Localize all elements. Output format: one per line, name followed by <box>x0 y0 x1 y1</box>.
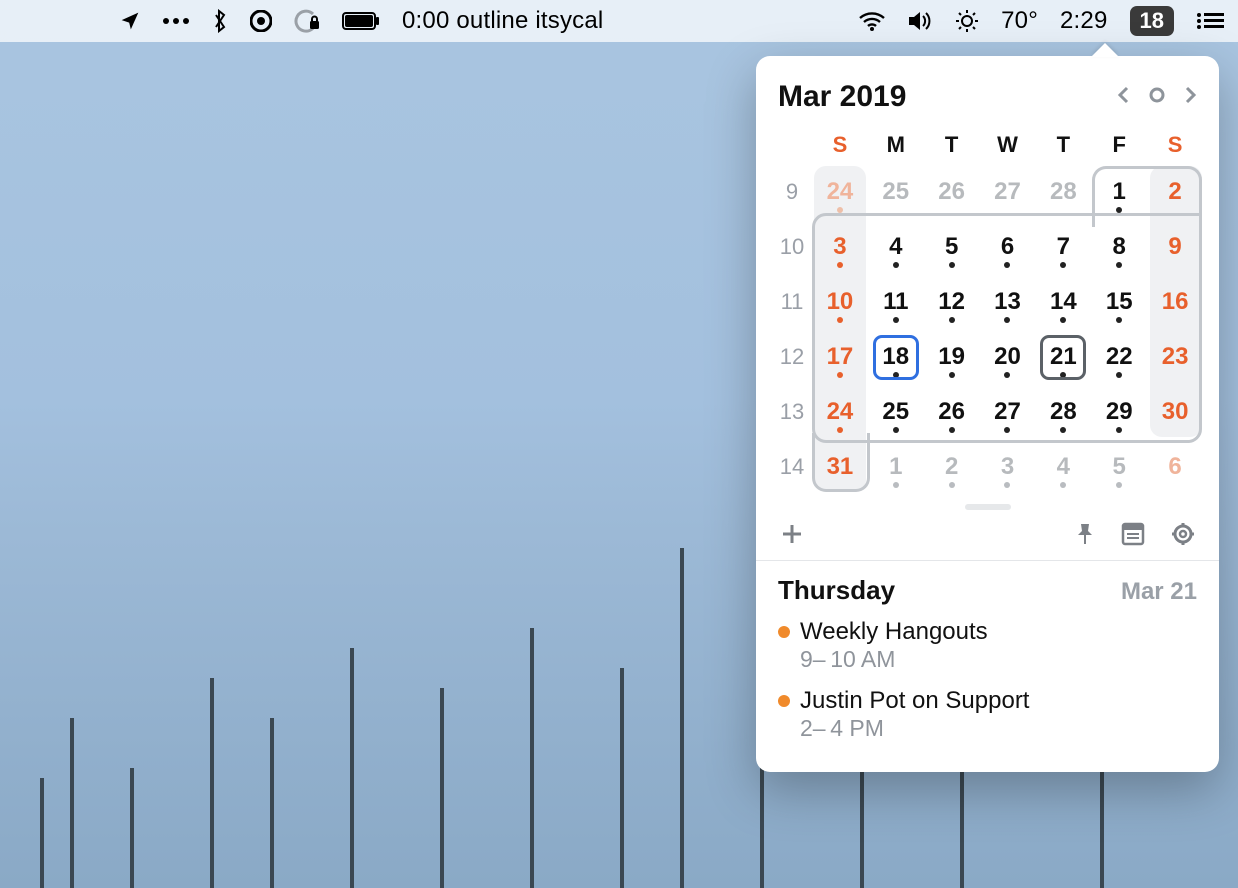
calendar-day[interactable]: 20 <box>980 329 1036 384</box>
calendar-month-title: Mar 2019 <box>778 80 906 114</box>
calendar-day[interactable]: 9 <box>1147 219 1203 274</box>
calendar-day[interactable]: 15 <box>1091 274 1147 329</box>
calendar-day[interactable]: 3 <box>980 439 1036 494</box>
today-button[interactable] <box>1149 87 1165 108</box>
calendar-day[interactable]: 6 <box>1147 439 1203 494</box>
list-menu-icon[interactable] <box>1196 12 1224 30</box>
calendar-day[interactable]: 1 <box>1091 164 1147 219</box>
calendar-day[interactable]: 7 <box>1035 219 1091 274</box>
calendar-grid: 9242526272812103456789111011121314151612… <box>772 164 1203 494</box>
pin-button[interactable] <box>1075 522 1095 546</box>
calendar-day[interactable]: 5 <box>924 219 980 274</box>
dow-fri: F <box>1091 132 1147 158</box>
dow-wed: W <box>980 132 1036 158</box>
calendar-day[interactable]: 23 <box>1147 329 1203 384</box>
preferences-button[interactable] <box>1171 522 1195 546</box>
event-item[interactable]: Justin Pot on Support2– 4 PM <box>772 683 1203 752</box>
next-month-button[interactable] <box>1183 86 1197 109</box>
calendar-day[interactable]: 11 <box>868 274 924 329</box>
calendar-day[interactable]: 27 <box>980 384 1036 439</box>
add-event-button[interactable] <box>780 522 804 546</box>
mac-menubar: 0:00 outline itsycal 70° 2:29 18 <box>0 0 1238 42</box>
calendar-day[interactable]: 17 <box>812 329 868 384</box>
calendar-day[interactable]: 22 <box>1091 329 1147 384</box>
calendar-day[interactable]: 26 <box>924 384 980 439</box>
calendar-day[interactable]: 29 <box>1091 384 1147 439</box>
selected-day-name: Thursday <box>778 575 895 606</box>
calendar-day[interactable]: 24 <box>812 384 868 439</box>
calendar-day[interactable]: 4 <box>868 219 924 274</box>
calendar-day[interactable]: 27 <box>980 164 1036 219</box>
week-number: 13 <box>772 399 812 425</box>
calendar-day[interactable]: 21 <box>1035 329 1091 384</box>
week-number: 11 <box>772 289 812 315</box>
week-number: 14 <box>772 454 812 480</box>
week-number: 12 <box>772 344 812 370</box>
open-calendar-button[interactable] <box>1121 522 1145 546</box>
week-number: 10 <box>772 234 812 260</box>
sync-lock-icon[interactable] <box>294 9 320 33</box>
event-time: 9– 10 AM <box>778 646 1197 673</box>
event-list: Weekly Hangouts9– 10 AMJustin Pot on Sup… <box>772 614 1203 752</box>
itsycal-popover: Mar 2019 S M T W T F S 92425262728121034… <box>756 56 1219 772</box>
temperature-text[interactable]: 70° <box>1001 7 1038 35</box>
calendar-day[interactable]: 26 <box>924 164 980 219</box>
calendar-day[interactable]: 19 <box>924 329 980 384</box>
location-icon[interactable] <box>120 11 140 31</box>
calendar-day[interactable]: 25 <box>868 164 924 219</box>
calendar-day[interactable]: 4 <box>1035 439 1091 494</box>
calendar-day[interactable]: 12 <box>924 274 980 329</box>
calendar-day[interactable]: 30 <box>1147 384 1203 439</box>
calendar-day[interactable]: 24 <box>812 164 868 219</box>
calendar-day[interactable]: 6 <box>980 219 1036 274</box>
volume-icon[interactable] <box>907 11 933 31</box>
dow-tue: T <box>924 132 980 158</box>
battery-icon[interactable] <box>342 12 380 30</box>
calendar-day[interactable]: 16 <box>1147 274 1203 329</box>
more-icon[interactable] <box>162 16 190 26</box>
calendar-day[interactable]: 31 <box>812 439 868 494</box>
calendar-day[interactable]: 13 <box>980 274 1036 329</box>
resize-handle[interactable] <box>965 504 1011 510</box>
calendar-day[interactable]: 10 <box>812 274 868 329</box>
calendar-day[interactable]: 1 <box>868 439 924 494</box>
event-time: 2– 4 PM <box>778 715 1197 742</box>
week-number: 9 <box>772 179 812 205</box>
dow-thu: T <box>1035 132 1091 158</box>
clock-text[interactable]: 2:29 <box>1060 7 1108 35</box>
prev-month-button[interactable] <box>1117 86 1131 109</box>
calendar-day[interactable]: 2 <box>924 439 980 494</box>
brightness-icon[interactable] <box>955 9 979 33</box>
calendar-day[interactable]: 8 <box>1091 219 1147 274</box>
selected-day-date: Mar 21 <box>1121 578 1197 606</box>
divider <box>756 560 1219 561</box>
calendar-day[interactable]: 2 <box>1147 164 1203 219</box>
dow-mon: M <box>868 132 924 158</box>
dow-sat: S <box>1147 132 1203 158</box>
record-icon[interactable] <box>250 10 272 32</box>
event-title: Justin Pot on Support <box>800 687 1029 715</box>
event-title: Weekly Hangouts <box>800 618 988 646</box>
day-of-week-header: S M T W T F S <box>772 128 1203 164</box>
calendar-day[interactable]: 5 <box>1091 439 1147 494</box>
dow-sun: S <box>812 132 868 158</box>
event-color-dot <box>778 626 790 638</box>
wifi-icon[interactable] <box>859 11 885 31</box>
calendar-day[interactable]: 3 <box>812 219 868 274</box>
event-color-dot <box>778 695 790 707</box>
calendar-day[interactable]: 18 <box>868 329 924 384</box>
calendar-day[interactable]: 28 <box>1035 164 1091 219</box>
calendar-day[interactable]: 28 <box>1035 384 1091 439</box>
calendar-day[interactable]: 14 <box>1035 274 1091 329</box>
nowplaying-text[interactable]: 0:00 outline itsycal <box>402 7 603 35</box>
event-item[interactable]: Weekly Hangouts9– 10 AM <box>772 614 1203 683</box>
bluetooth-icon[interactable] <box>212 9 228 33</box>
calendar-day[interactable]: 25 <box>868 384 924 439</box>
itsycal-menubar-date[interactable]: 18 <box>1130 6 1174 36</box>
